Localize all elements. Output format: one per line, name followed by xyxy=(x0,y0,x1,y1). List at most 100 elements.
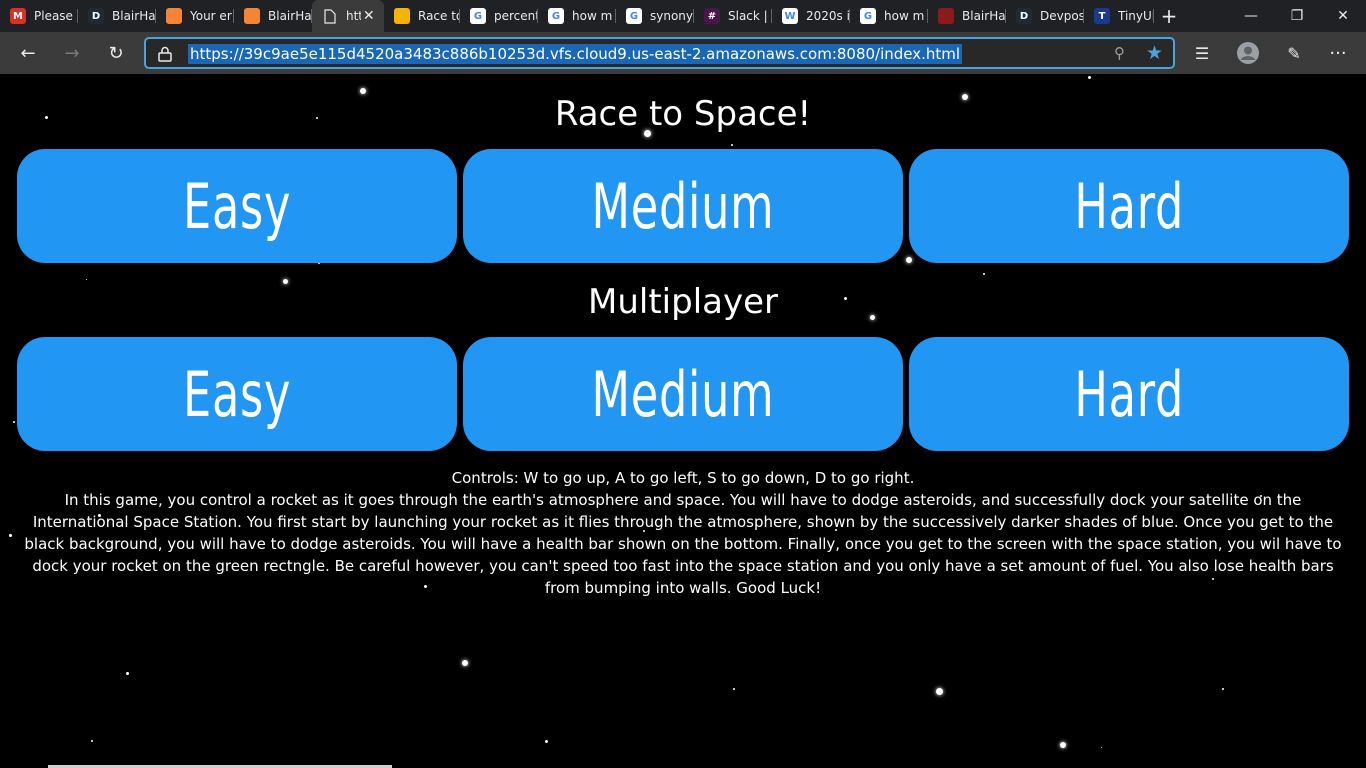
avatar-icon xyxy=(1237,42,1259,64)
tab-title: how m xyxy=(572,9,613,23)
tab-title: synony xyxy=(650,9,694,23)
single-player-buttons: Easy Medium Hard xyxy=(17,149,1349,263)
browser-tab[interactable]: Ghow m xyxy=(538,0,616,32)
slides-icon xyxy=(394,8,410,24)
browser-tab[interactable]: T TinyUR xyxy=(1084,0,1154,32)
multiplayer-hard-button[interactable]: Hard xyxy=(909,337,1349,451)
gmail-icon: M xyxy=(10,8,26,24)
browser-tab[interactable]: Your er xyxy=(156,0,234,32)
star-particle xyxy=(13,421,15,423)
tab-title: how m xyxy=(884,9,925,23)
tab-title: Your er xyxy=(190,9,232,23)
instructions: Controls: W to go up, A to go left, S to… xyxy=(18,467,1348,599)
multiplayer-easy-label: Easy xyxy=(182,357,292,431)
star-particle xyxy=(731,144,733,146)
refresh-button[interactable]: ↻ xyxy=(100,37,132,69)
multiplayer-medium-label: Medium xyxy=(591,357,775,431)
google-icon: G xyxy=(548,8,564,24)
minimize-button[interactable]: — xyxy=(1228,0,1274,32)
star-particle xyxy=(126,672,129,675)
star-particle xyxy=(1060,742,1066,748)
new-tab-button[interactable]: + xyxy=(1154,0,1184,32)
tab-title: BlairHa xyxy=(962,9,1006,23)
slack-icon: # xyxy=(704,8,720,24)
lock-icon xyxy=(158,46,172,62)
tab-title: htt xyxy=(346,9,362,23)
browser-tab[interactable]: BlairHa xyxy=(234,0,312,32)
google-icon: G xyxy=(626,8,642,24)
multiplayer-buttons: Easy Medium Hard xyxy=(17,337,1349,451)
star-particle xyxy=(1101,747,1102,748)
browser-tab[interactable]: W 2020s i xyxy=(772,0,850,32)
star-particle xyxy=(462,660,468,666)
hard-button[interactable]: Hard xyxy=(909,149,1349,263)
medium-button-label: Medium xyxy=(591,169,775,243)
browser-tab[interactable]: M Please xyxy=(0,0,78,32)
browser-tab[interactable]: Race to xyxy=(384,0,460,32)
tab-title: TinyUR xyxy=(1118,9,1154,23)
feedback-icon[interactable]: ✎ xyxy=(1278,37,1310,69)
star-particle xyxy=(91,740,93,742)
forward-button[interactable]: → xyxy=(56,37,88,69)
multiplayer-medium-button[interactable]: Medium xyxy=(463,337,903,451)
browser-tab[interactable]: htt ✕ xyxy=(312,0,384,32)
tab-title: BlairHa xyxy=(112,9,156,23)
tab-title: Devpos xyxy=(1040,9,1084,23)
profile-avatar[interactable] xyxy=(1232,37,1264,69)
more-menu-icon[interactable]: ··· xyxy=(1322,37,1354,69)
tab-title: 2020s i xyxy=(806,9,850,23)
tinyurl-icon: T xyxy=(1094,8,1110,24)
aws-icon xyxy=(244,8,260,24)
browser-tab[interactable]: Gpercent xyxy=(460,0,538,32)
browser-tab[interactable]: D BlairHa xyxy=(78,0,156,32)
aws-icon xyxy=(166,8,182,24)
easy-button[interactable]: Easy xyxy=(17,149,457,263)
star-particle xyxy=(545,740,548,743)
wikipedia-icon: W xyxy=(782,8,798,24)
tab-title: Please xyxy=(34,9,73,23)
browser-tab[interactable]: BlairHa xyxy=(928,0,1006,32)
favorite-star-icon[interactable]: ★ xyxy=(1146,42,1163,64)
page-icon xyxy=(322,8,338,24)
tab-title: Race to xyxy=(418,9,460,23)
game-page: Race to Space! Easy Medium Hard Multipla… xyxy=(0,74,1366,768)
multiplayer-heading: Multiplayer xyxy=(588,282,778,322)
zoom-icon[interactable]: ⚲ xyxy=(1114,44,1125,62)
multiplayer-easy-button[interactable]: Easy xyxy=(17,337,457,451)
tab-title: BlairHa xyxy=(268,9,312,23)
back-button[interactable]: ← xyxy=(12,37,44,69)
controls-text: Controls: W to go up, A to go left, S to… xyxy=(451,469,915,487)
devpost-icon: D xyxy=(88,8,104,24)
devpost-icon: D xyxy=(1016,8,1032,24)
google-icon: G xyxy=(470,8,486,24)
star-particle xyxy=(983,273,985,275)
address-bar[interactable]: https://39c9ae5e115d4520a3483c886b10253d… xyxy=(144,37,1175,69)
browser-tab[interactable]: D Devpos xyxy=(1006,0,1084,32)
star-particle xyxy=(936,688,943,695)
restore-button[interactable]: ❐ xyxy=(1274,0,1320,32)
star-particle xyxy=(1088,76,1091,79)
description-text: In this game, you control a rocket as it… xyxy=(24,491,1342,597)
multiplayer-hard-label: Hard xyxy=(1074,357,1184,431)
close-window-button[interactable]: ✕ xyxy=(1320,0,1366,32)
star-particle xyxy=(1222,688,1224,690)
browser-tab[interactable]: Gsynony xyxy=(616,0,694,32)
tab-title: percent xyxy=(494,9,538,23)
tab-title: Slack | xyxy=(728,9,768,23)
medium-button[interactable]: Medium xyxy=(463,149,903,263)
tab-strip: M Please D BlairHa Your er BlairHa htt ✕ Race to… xyxy=(0,0,1366,32)
page-title: Race to Space! xyxy=(554,94,812,134)
browser-toolbar: ← → ↻ https://39c9ae5e115d4520a3483c886b… xyxy=(0,32,1366,74)
github-icon xyxy=(938,8,954,24)
star-particle xyxy=(9,534,12,537)
browser-tab[interactable]: Ghow m xyxy=(850,0,928,32)
easy-button-label: Easy xyxy=(182,169,292,243)
browser-tab[interactable]: # Slack | xyxy=(694,0,772,32)
star-particle xyxy=(86,279,87,280)
favorites-icon[interactable]: ☰ xyxy=(1186,37,1218,69)
hard-button-label: Hard xyxy=(1074,169,1184,243)
url-text[interactable]: https://39c9ae5e115d4520a3483c886b10253d… xyxy=(188,44,963,64)
star-particle xyxy=(733,688,735,690)
google-icon: G xyxy=(860,8,876,24)
close-tab-icon[interactable]: ✕ xyxy=(361,8,376,24)
